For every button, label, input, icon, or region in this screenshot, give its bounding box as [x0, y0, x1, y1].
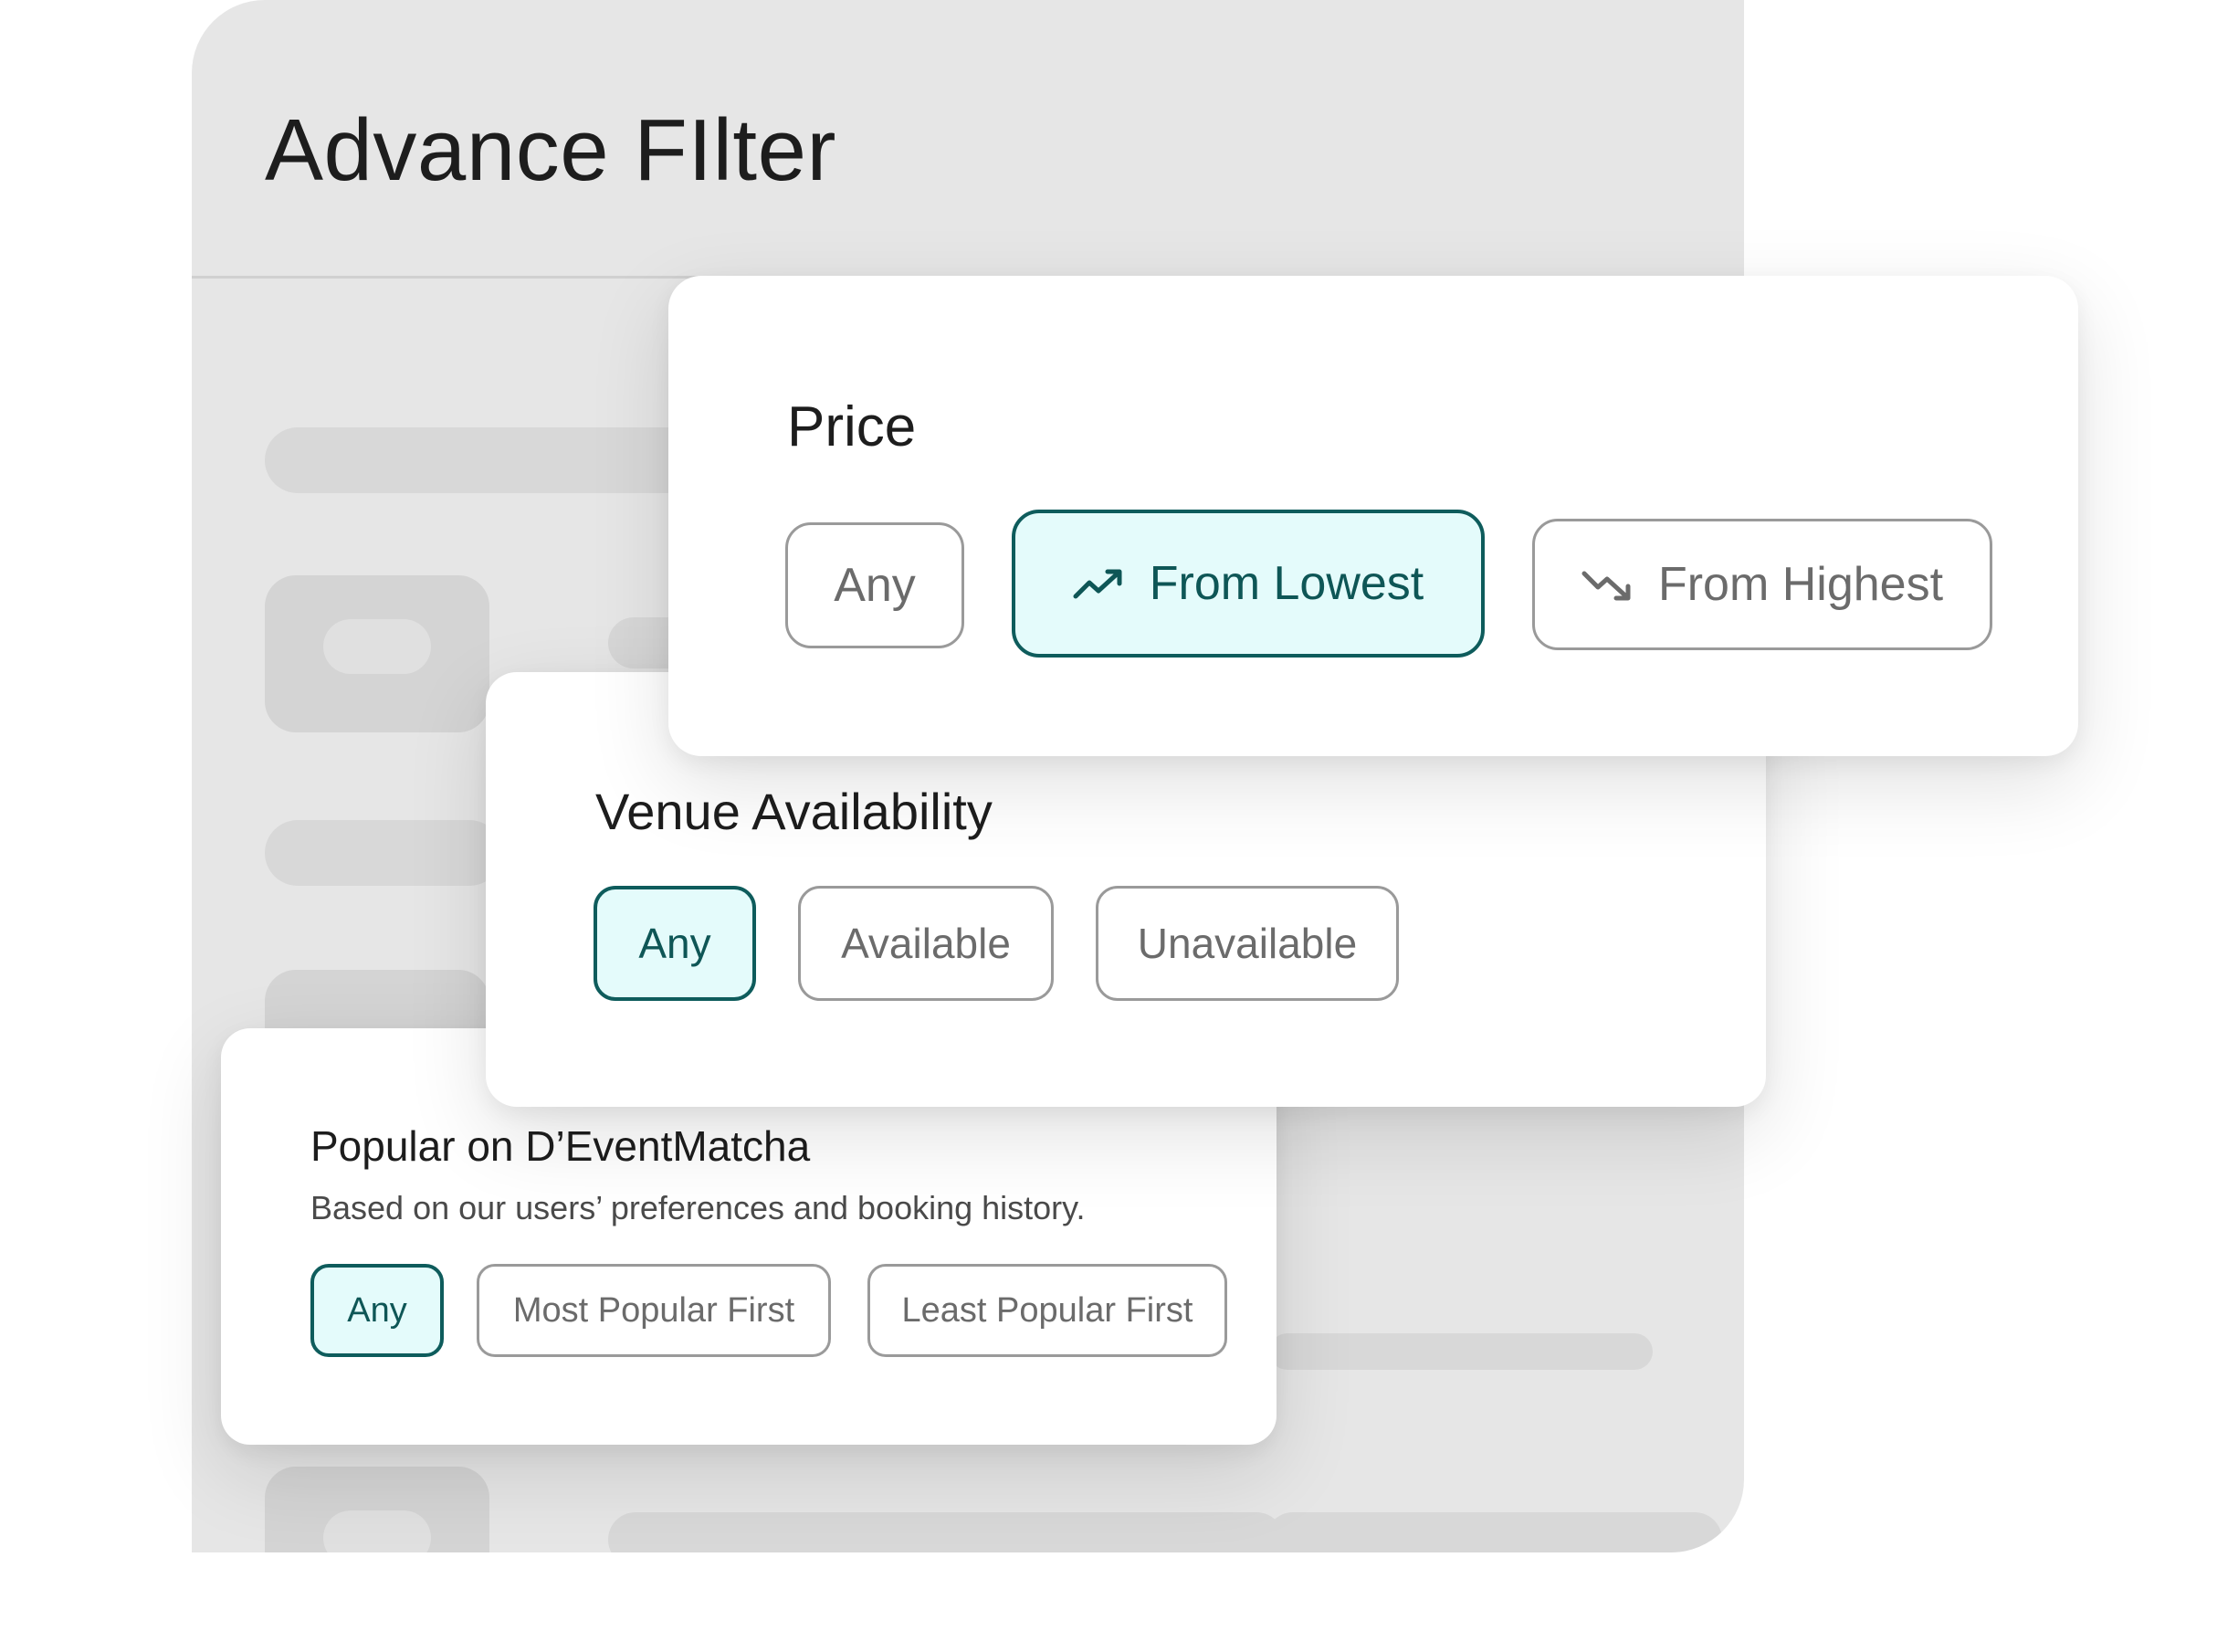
- unavailable-option[interactable]: Unavailable: [1096, 886, 1399, 1001]
- popular-any-label: Any: [347, 1290, 407, 1330]
- popular-any-option[interactable]: Any: [310, 1264, 444, 1357]
- most-popular-first-option[interactable]: Most Popular First: [477, 1264, 831, 1357]
- venue-any-option[interactable]: Any: [594, 886, 756, 1001]
- skeleton-line: [265, 820, 502, 886]
- trending-up-icon: [1073, 567, 1124, 600]
- venue-any-label: Any: [638, 920, 711, 967]
- most-popular-first-label: Most Popular First: [512, 1290, 795, 1330]
- page-title: Advance FIlter: [265, 101, 836, 199]
- from-lowest-option[interactable]: From Lowest: [1012, 510, 1485, 658]
- skeleton-line: [1266, 1512, 1722, 1552]
- skeleton-line: [1269, 1333, 1653, 1370]
- from-lowest-label: From Lowest: [1149, 557, 1424, 610]
- price-any-label: Any: [834, 559, 916, 612]
- price-title: Price: [787, 395, 917, 458]
- popular-subtitle: Based on our users’ preferences and book…: [310, 1189, 1086, 1226]
- least-popular-first-option[interactable]: Least Popular First: [867, 1264, 1227, 1357]
- trending-down-icon: [1581, 568, 1633, 601]
- available-option[interactable]: Available: [798, 886, 1054, 1001]
- available-label: Available: [841, 920, 1011, 967]
- least-popular-first-label: Least Popular First: [901, 1290, 1193, 1330]
- price-filter-card: Price Any From Lowest From Highest: [668, 276, 2078, 756]
- skeleton-line: [608, 1512, 1284, 1552]
- price-any-option[interactable]: Any: [785, 522, 964, 648]
- skeleton-thumbnail: [265, 575, 489, 732]
- from-highest-option[interactable]: From Highest: [1532, 519, 1992, 650]
- popular-title: Popular on D’EventMatcha: [310, 1122, 811, 1170]
- unavailable-label: Unavailable: [1137, 920, 1358, 967]
- from-highest-label: From Highest: [1657, 558, 1944, 611]
- venue-title: Venue Availability: [595, 783, 993, 840]
- skeleton-thumbnail: [265, 1467, 489, 1552]
